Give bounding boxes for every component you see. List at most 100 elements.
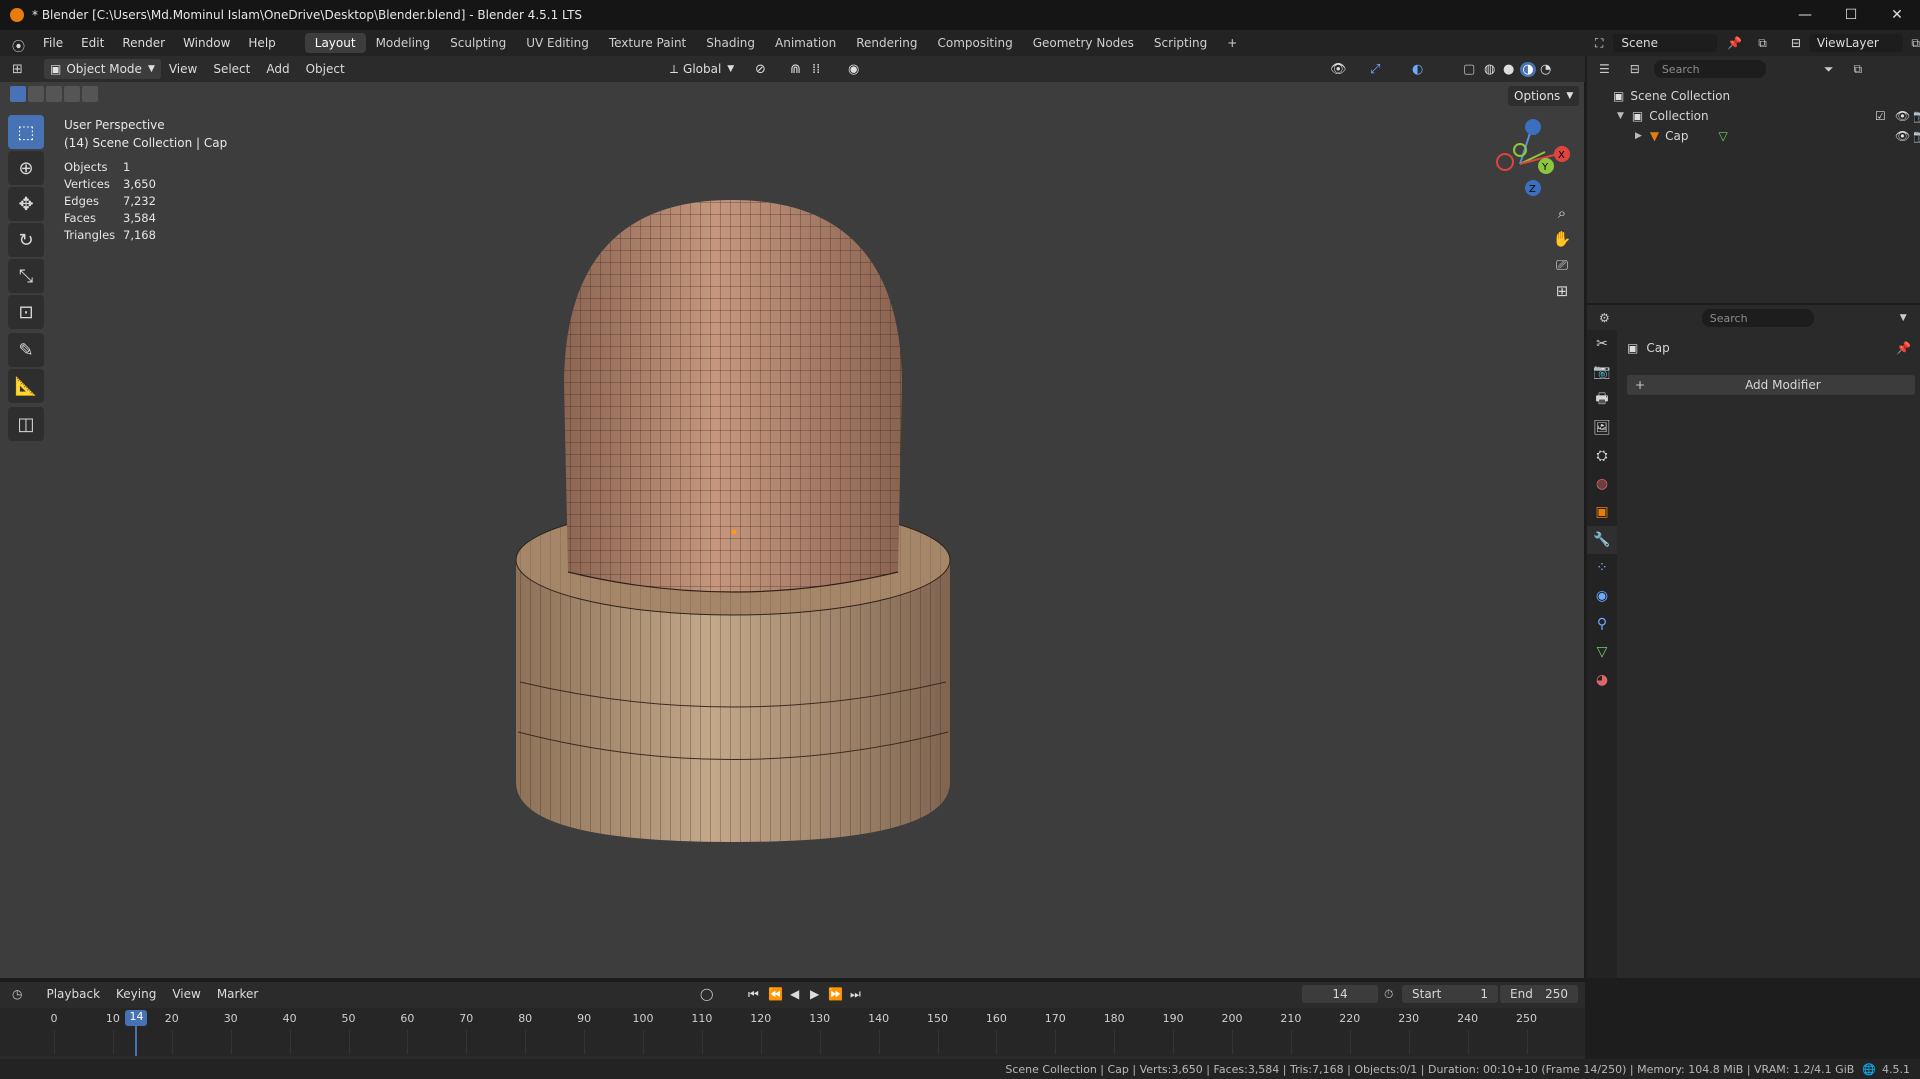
- menu-edit[interactable]: Edit: [72, 36, 113, 50]
- data-tab-icon[interactable]: ▽: [1587, 638, 1617, 666]
- jump-end-icon[interactable]: ⏭: [850, 987, 861, 1002]
- viewport-menu-object[interactable]: Object: [298, 62, 353, 76]
- timeline-menu-keying[interactable]: Keying: [108, 987, 164, 1001]
- 3d-viewport[interactable]: X Y Z Options ▼ ⌕ ✋ ⎚ ⊞: [0, 82, 1585, 978]
- object-tab-icon[interactable]: ▣: [1587, 498, 1617, 526]
- move-tool-icon[interactable]: ✥: [8, 187, 44, 221]
- options-dropdown[interactable]: Options ▼: [1508, 86, 1580, 106]
- select-new-icon[interactable]: [10, 86, 26, 102]
- timeline-ruler[interactable]: 0 10 20 30 40 50 60 70 80 90 100 110 120 130 140 150 160…: [0, 1008, 1585, 1056]
- gizmo-neg-z-icon[interactable]: [1525, 119, 1541, 135]
- select-intersect-icon[interactable]: [82, 86, 98, 102]
- tab-scripting[interactable]: Scripting: [1144, 33, 1217, 53]
- annotate-tool-icon[interactable]: ✎: [8, 333, 44, 367]
- transform-tool-icon[interactable]: ⊡: [8, 295, 44, 329]
- expand-arrow-icon[interactable]: ▼: [1617, 111, 1624, 121]
- timeline-editor-icon[interactable]: ◷: [12, 987, 22, 1001]
- view-layer-tab-icon[interactable]: 🖼: [1587, 414, 1617, 442]
- new-viewlayer-icon[interactable]: ⧉: [1911, 36, 1920, 51]
- end-frame-field[interactable]: End 250: [1500, 985, 1578, 1003]
- checkbox-icon[interactable]: ☑: [1875, 109, 1886, 123]
- tree-collection[interactable]: ▼ ▣ Collection ☑ 👁 📷: [1617, 106, 1920, 126]
- pin-icon[interactable]: 📌: [1727, 36, 1742, 50]
- start-frame-field[interactable]: Start 1: [1402, 985, 1498, 1003]
- playhead-label[interactable]: 14: [125, 1010, 148, 1026]
- tree-object-cap[interactable]: ▶ ▼ Cap ▽ 👁 📷: [1635, 126, 1920, 146]
- mesh-data-icon[interactable]: ▽: [1719, 129, 1728, 143]
- menu-window[interactable]: Window: [174, 36, 239, 50]
- properties-search-input[interactable]: Search: [1701, 309, 1814, 327]
- tab-layout[interactable]: Layout: [304, 33, 366, 53]
- viewport-menu-select[interactable]: Select: [205, 62, 258, 76]
- jump-start-icon[interactable]: ⏮: [748, 987, 759, 1002]
- auto-keying-icon[interactable]: ◯: [700, 987, 713, 1001]
- tab-geometry-nodes[interactable]: Geometry Nodes: [1023, 33, 1144, 53]
- visibility-icon[interactable]: 👁: [1330, 62, 1347, 77]
- select-invert-icon[interactable]: [64, 86, 80, 102]
- snap-target-icon[interactable]: ⁞⁞: [812, 62, 820, 77]
- close-button[interactable]: ✕: [1874, 0, 1920, 30]
- editor-type-icon[interactable]: ⊞: [12, 62, 36, 77]
- scene-canvas[interactable]: X Y Z: [0, 82, 1585, 978]
- camera-view-icon[interactable]: ⎚: [1548, 252, 1576, 278]
- pivot-point-icon[interactable]: ⊘: [755, 62, 766, 77]
- output-tab-icon[interactable]: 🖶: [1587, 386, 1617, 414]
- scale-tool-icon[interactable]: ⤡: [8, 259, 44, 293]
- world-tab-icon[interactable]: ◍: [1587, 470, 1617, 498]
- select-box-tool-icon[interactable]: ⬚: [8, 115, 44, 149]
- tab-shading[interactable]: Shading: [696, 33, 765, 53]
- rotate-tool-icon[interactable]: ↻: [8, 223, 44, 257]
- jump-keyframe-back-icon[interactable]: ⏪: [768, 987, 783, 1001]
- filter-icon[interactable]: ⏷: [1824, 62, 1834, 77]
- material-shading-icon[interactable]: ◑: [1520, 61, 1536, 77]
- scene-tab-icon[interactable]: ⛭: [1587, 442, 1617, 470]
- menu-render[interactable]: Render: [113, 36, 174, 50]
- expand-arrow-icon[interactable]: ▶: [1635, 131, 1642, 141]
- proportional-edit-icon[interactable]: ◉: [848, 62, 859, 77]
- physics-tab-icon[interactable]: ◉: [1587, 582, 1617, 610]
- material-tab-icon[interactable]: ◕: [1587, 666, 1617, 694]
- modifier-tab-icon[interactable]: 🔧: [1587, 526, 1617, 554]
- snap-icon[interactable]: ⋒: [790, 62, 801, 77]
- tab-uv-editing[interactable]: UV Editing: [516, 33, 599, 53]
- select-extend-icon[interactable]: [28, 86, 44, 102]
- viewport-menu-add[interactable]: Add: [258, 62, 297, 76]
- measure-tool-icon[interactable]: 📐: [8, 369, 44, 403]
- menu-file[interactable]: File: [34, 36, 72, 50]
- viewport-menu-view[interactable]: View: [161, 62, 205, 76]
- particles-tab-icon[interactable]: ⁘: [1587, 554, 1617, 582]
- zoom-icon[interactable]: ⌕: [1548, 200, 1576, 226]
- camera-icon[interactable]: 📷: [1913, 129, 1920, 143]
- timeline-menu-playback[interactable]: Playback: [38, 987, 108, 1001]
- tab-texture-paint[interactable]: Texture Paint: [599, 33, 696, 53]
- tab-animation[interactable]: Animation: [765, 33, 846, 53]
- render-tab-icon[interactable]: 📷: [1587, 358, 1617, 386]
- current-frame-field[interactable]: 14: [1302, 985, 1378, 1003]
- solid-shading-icon[interactable]: ●: [1503, 62, 1514, 77]
- rendered-shading-icon[interactable]: ◔: [1540, 62, 1551, 77]
- navigation-gizmo[interactable]: X Y Z: [1496, 119, 1570, 196]
- perspective-toggle-icon[interactable]: ⊞: [1548, 278, 1576, 304]
- pin-icon[interactable]: 📌: [1896, 341, 1911, 355]
- viewlayer-selector[interactable]: ViewLayer: [1808, 34, 1904, 52]
- scene-selector[interactable]: Scene: [1613, 34, 1718, 52]
- eye-icon[interactable]: 👁: [1895, 109, 1910, 123]
- tab-modeling[interactable]: Modeling: [366, 33, 441, 53]
- playhead-line[interactable]: [135, 1026, 138, 1056]
- eye-icon[interactable]: 👁: [1895, 129, 1910, 143]
- tool-tab-icon[interactable]: ✂: [1587, 330, 1617, 358]
- tab-compositing[interactable]: Compositing: [927, 33, 1022, 53]
- new-scene-icon[interactable]: ⧉: [1758, 36, 1767, 51]
- cursor-tool-icon[interactable]: ⊕: [8, 151, 44, 185]
- select-subtract-icon[interactable]: [46, 86, 62, 102]
- blender-menu-icon[interactable]: ⦿: [12, 36, 28, 55]
- properties-editor-icon[interactable]: ⚙: [1599, 311, 1610, 325]
- play-reverse-icon[interactable]: ◀: [790, 987, 799, 1001]
- display-mode-icon[interactable]: ⊟: [1630, 62, 1640, 76]
- add-workspace-button[interactable]: +: [1217, 33, 1247, 53]
- outliner-editor-icon[interactable]: ☰: [1599, 62, 1610, 76]
- xray-icon[interactable]: ▢: [1463, 62, 1475, 77]
- mode-select[interactable]: ▣ Object Mode ▼: [44, 59, 161, 79]
- jump-keyframe-forward-icon[interactable]: ⏩: [828, 987, 843, 1001]
- constraints-tab-icon[interactable]: ⚲: [1587, 610, 1617, 638]
